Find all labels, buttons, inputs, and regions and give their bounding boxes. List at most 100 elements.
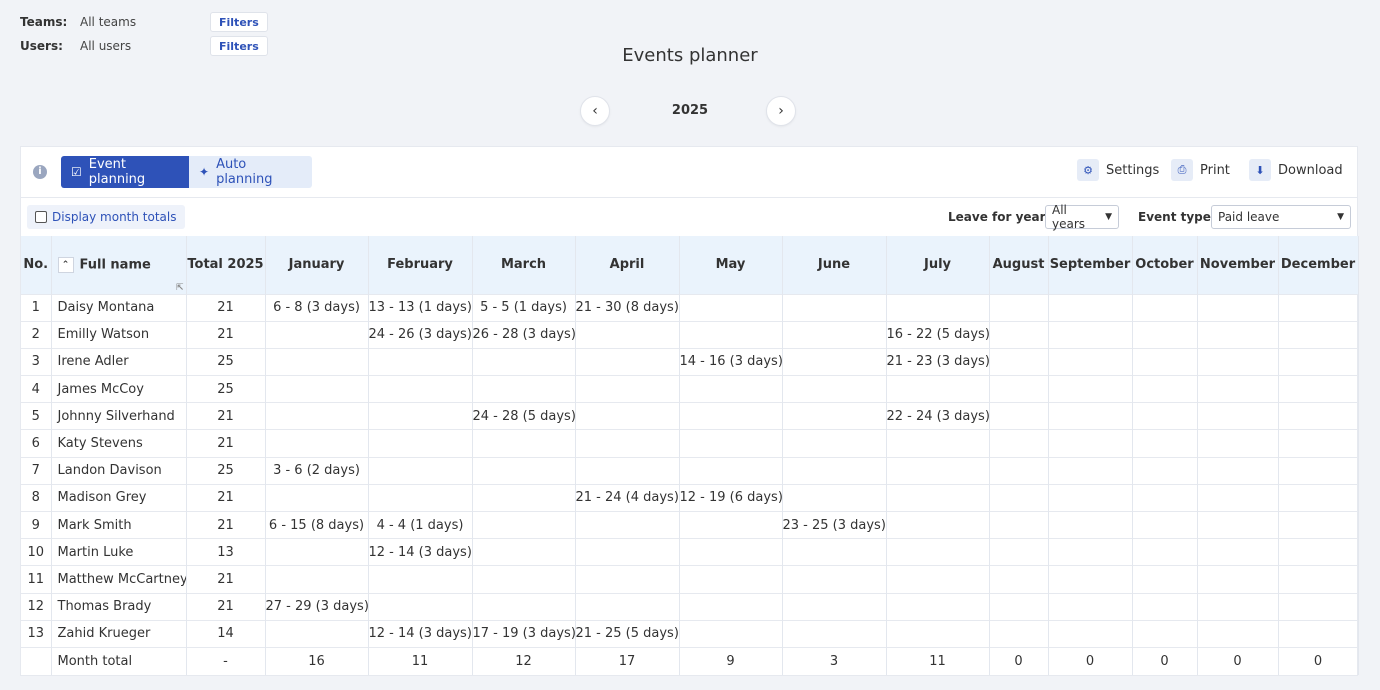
tab-auto-planning[interactable]: ✦ Auto planning [189,156,312,188]
leave-cell[interactable] [679,619,783,648]
leave-cell[interactable] [472,429,576,458]
leave-cell[interactable] [472,565,576,594]
leave-cell[interactable] [782,347,887,376]
leave-cell[interactable] [1278,402,1359,430]
leave-cell[interactable] [989,375,1049,403]
month-totals-checkbox[interactable] [35,211,47,223]
leave-cell[interactable] [265,565,369,594]
download-button[interactable]: ⬇ Download [1249,159,1343,181]
leave-cell[interactable] [575,402,680,430]
leave-cell[interactable] [1132,375,1198,403]
leave-cell[interactable] [886,429,990,458]
leave-cell[interactable] [1197,402,1279,430]
leave-cell[interactable] [1197,483,1279,512]
leave-cell[interactable] [989,456,1049,485]
leave-cell[interactable] [368,456,473,485]
leave-cell[interactable] [989,483,1049,512]
leave-cell[interactable]: 16 - 22 (5 days) [886,320,990,349]
leave-cell[interactable] [368,347,473,376]
leave-cell[interactable]: 5 - 5 (1 days) [472,293,576,322]
leave-cell[interactable] [989,293,1049,322]
leave-cell[interactable] [368,483,473,512]
leave-cell[interactable] [1278,456,1359,485]
leave-cell[interactable] [989,429,1049,458]
leave-cell[interactable] [472,375,576,403]
sort-ascending-icon[interactable]: ⌃ [57,256,74,273]
leave-cell[interactable]: 6 - 15 (8 days) [265,510,369,539]
leave-cell[interactable] [1278,375,1359,403]
leave-cell[interactable] [1278,429,1359,458]
leave-cell[interactable] [265,347,369,376]
leave-cell[interactable] [886,483,990,512]
leave-cell[interactable] [989,402,1049,430]
leave-cell[interactable]: 14 - 16 (3 days) [679,347,783,376]
leave-cell[interactable]: 13 - 13 (1 days) [368,293,473,322]
leave-cell[interactable] [1278,592,1359,621]
leave-cell[interactable] [265,320,369,349]
leave-cell[interactable] [575,320,680,349]
leave-cell[interactable] [886,375,990,403]
leave-cell[interactable] [679,320,783,349]
event-type-select[interactable]: Paid leave ▼ [1211,205,1351,229]
leave-cell[interactable] [989,619,1049,648]
leave-cell[interactable] [265,619,369,648]
settings-button[interactable]: ⚙ Settings [1077,159,1159,181]
leave-cell[interactable] [679,293,783,322]
leave-cell[interactable] [782,538,887,566]
previous-year-button[interactable]: ‹ [580,96,610,126]
leave-cell[interactable]: 24 - 26 (3 days) [368,320,473,349]
leave-cell[interactable] [1197,510,1279,539]
leave-cell[interactable] [575,592,680,621]
leave-cell[interactable] [1132,402,1198,430]
leave-cell[interactable]: 17 - 19 (3 days) [472,619,576,648]
leave-cell[interactable] [1132,565,1198,594]
leave-cell[interactable] [1132,347,1198,376]
leave-cell[interactable] [1197,347,1279,376]
column-resize-handle[interactable]: ⇱ [176,283,184,293]
leave-cell[interactable] [1197,538,1279,566]
leave-cell[interactable] [1197,619,1279,648]
leave-cell[interactable] [1197,375,1279,403]
leave-cell[interactable] [782,293,887,322]
leave-cell[interactable] [886,565,990,594]
leave-cell[interactable] [368,429,473,458]
leave-cell[interactable] [782,619,887,648]
leave-cell[interactable] [265,538,369,566]
print-button[interactable]: ⎙ Print [1171,159,1230,181]
leave-cell[interactable] [265,483,369,512]
leave-cell[interactable] [1048,402,1133,430]
leave-cell[interactable] [575,538,680,566]
leave-cell[interactable] [472,538,576,566]
leave-cell[interactable] [1197,592,1279,621]
leave-cell[interactable]: 21 - 30 (8 days) [575,293,680,322]
leave-cell[interactable] [886,293,990,322]
leave-cell[interactable]: 24 - 28 (5 days) [472,402,576,430]
leave-cell[interactable]: 21 - 25 (5 days) [575,619,680,648]
leave-cell[interactable] [782,429,887,458]
leave-cell[interactable] [679,592,783,621]
leave-cell[interactable] [782,375,887,403]
leave-cell[interactable] [782,483,887,512]
leave-cell[interactable]: 22 - 24 (3 days) [886,402,990,430]
leave-cell[interactable]: 21 - 23 (3 days) [886,347,990,376]
leave-cell[interactable] [472,347,576,376]
leave-cell[interactable] [368,565,473,594]
leave-cell[interactable] [1132,510,1198,539]
leave-cell[interactable] [265,375,369,403]
leave-cell[interactable]: 6 - 8 (3 days) [265,293,369,322]
leave-cell[interactable] [989,538,1049,566]
leave-cell[interactable] [886,619,990,648]
leave-cell[interactable] [1278,510,1359,539]
leave-cell[interactable]: 27 - 29 (3 days) [265,592,369,621]
leave-cell[interactable] [1048,429,1133,458]
leave-cell[interactable] [1197,320,1279,349]
leave-cell[interactable]: 23 - 25 (3 days) [782,510,887,539]
leave-cell[interactable]: 12 - 14 (3 days) [368,619,473,648]
leave-cell[interactable] [679,456,783,485]
leave-cell[interactable] [1048,538,1133,566]
leave-cell[interactable] [886,538,990,566]
leave-for-year-select[interactable]: All years ▼ [1045,203,1119,231]
leave-cell[interactable] [989,347,1049,376]
leave-cell[interactable] [1132,293,1198,322]
teams-filters-button[interactable]: Filters [210,12,268,32]
